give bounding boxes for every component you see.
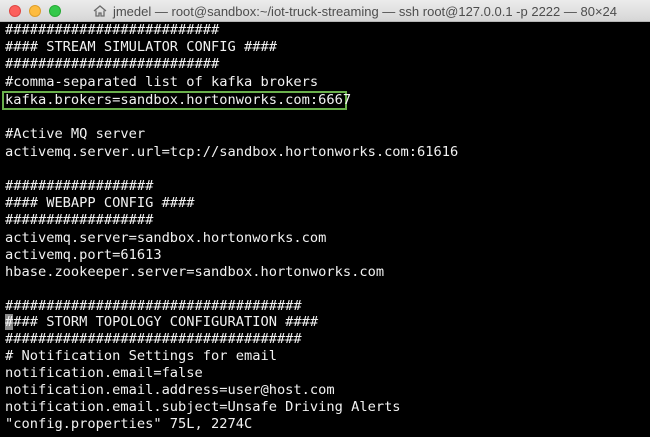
maximize-button[interactable]	[49, 5, 61, 17]
terminal-line: ####################################	[5, 298, 302, 314]
terminal-line: ##########################	[5, 22, 220, 38]
home-icon	[93, 5, 107, 17]
window-title: jmedel — root@sandbox:~/iot-truck-stream…	[112, 3, 618, 19]
window-title-area: jmedel — root@sandbox:~/iot-truck-stream…	[70, 0, 640, 22]
terminal-line: # Notification Settings for email	[5, 348, 277, 364]
terminal-line: #### WEBAPP CONFIG ####	[5, 195, 195, 211]
terminal-line: #### STREAM SIMULATOR CONFIG ####	[5, 39, 277, 55]
close-button[interactable]	[9, 5, 21, 17]
terminal-line: #Active MQ server	[5, 126, 146, 142]
terminal-line-highlighted: kafka.brokers=sandbox.hortonworks.com:66…	[5, 92, 352, 108]
terminal-line: ##################	[5, 212, 154, 228]
terminal-line: notification.email.address=user@host.com	[5, 382, 335, 398]
status-line: "config.properties" 75L, 2274C	[5, 416, 253, 432]
terminal-line: ####################################	[5, 331, 302, 347]
terminal-line: #comma-separated list of kafka brokers	[5, 74, 319, 90]
terminal-line: activemq.port=61613	[5, 247, 162, 263]
terminal-line: activemq.server=sandbox.hortonworks.com	[5, 230, 327, 246]
terminal-line: activemq.server.url=tcp://sandbox.horton…	[5, 144, 459, 160]
terminal-line: notification.email=false	[5, 365, 203, 381]
title-bar[interactable]: jmedel — root@sandbox:~/iot-truck-stream…	[0, 0, 650, 22]
terminal-line: ##########################	[5, 56, 220, 72]
terminal-line: hbase.zookeeper.server=sandbox.hortonwor…	[5, 264, 385, 280]
terminal-line: ##################	[5, 178, 154, 194]
terminal-window: jmedel — root@sandbox:~/iot-truck-stream…	[0, 0, 650, 437]
minimize-button[interactable]	[29, 5, 41, 17]
terminal-line: #### STORM TOPOLOGY CONFIGURATION ####	[5, 314, 319, 330]
terminal-line: notification.email.subject=Unsafe Drivin…	[5, 399, 401, 415]
terminal-content[interactable]: ########################## #### STREAM S…	[0, 22, 650, 437]
